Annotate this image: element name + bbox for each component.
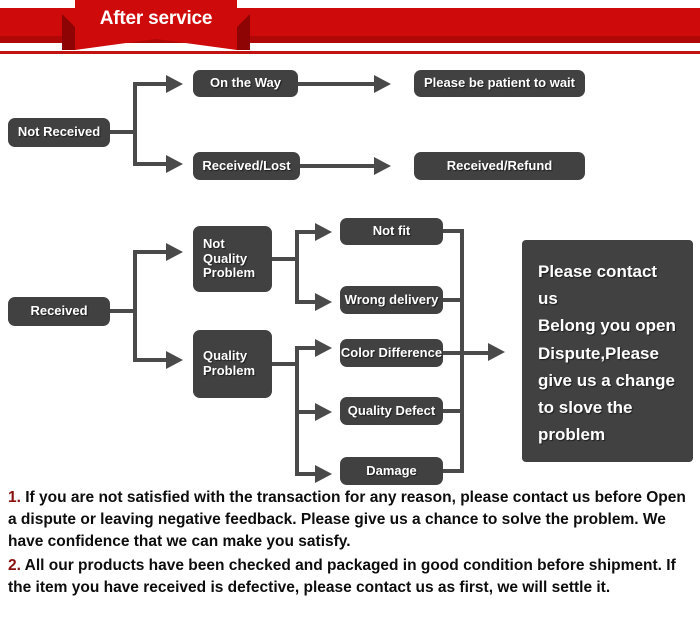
policy-note-1-number: 1.: [8, 489, 21, 506]
arrow-to-not-fit: [315, 223, 332, 241]
node-received-lost: Received/Lost: [193, 152, 300, 180]
policy-notes: 1. If you are not satisfied with the tra…: [8, 487, 696, 601]
connector-arm-not-quality: [133, 250, 168, 254]
node-please-be-patient: Please be patient to wait: [414, 70, 585, 97]
outcome-line-6: problem: [538, 425, 606, 445]
node-label: On the Way: [209, 75, 282, 91]
node-damage: Damage: [340, 457, 443, 485]
node-label: Received/Lost: [202, 157, 291, 173]
node-quality-defect: Quality Defect: [340, 397, 443, 425]
arrow-to-color-difference: [315, 339, 332, 357]
node-label-line-1: Quality: [203, 348, 248, 364]
node-label: Wrong delivery: [344, 291, 439, 307]
arrow-to-received-lost: [166, 155, 183, 173]
node-label: Received/Refund: [446, 157, 553, 173]
node-received: Received: [8, 297, 110, 326]
policy-note-2-number: 2.: [8, 557, 21, 574]
after-service-infographic: After service Not Received On the Way Re…: [0, 0, 700, 631]
header-banner: After service: [0, 0, 700, 56]
outcome-line-4: give us a change: [538, 370, 675, 390]
node-label: Color Difference: [340, 344, 443, 360]
banner-divider: [0, 51, 700, 54]
node-not-quality-problem: Not Quality Problem: [193, 226, 272, 292]
outcome-line-2: Belong you open: [538, 316, 676, 336]
node-received-refund: Received/Refund: [414, 152, 585, 180]
outcome-line-1: Please contact us: [538, 262, 658, 309]
policy-note-1-text: If you are not satisfied with the transa…: [8, 489, 686, 550]
node-label: Quality Defect: [347, 402, 436, 418]
node-on-the-way: On the Way: [193, 70, 298, 97]
arrow-to-be-patient: [374, 75, 391, 93]
outcome-line-5: to slove the: [538, 397, 633, 417]
policy-note-2: 2. All our products have been checked an…: [8, 555, 696, 599]
arrow-to-received-refund: [374, 157, 391, 175]
connector-arm-lower: [133, 162, 168, 166]
arrow-to-damage: [315, 465, 332, 483]
node-color-difference: Color Difference: [340, 339, 443, 367]
node-label-line-2: Problem: [203, 363, 256, 378]
connector-received-lost-out: [300, 164, 376, 168]
node-label-line-1: Not: [203, 235, 225, 251]
node-label: Received: [30, 303, 88, 319]
node-not-fit: Not fit: [340, 218, 443, 245]
arrow-to-quality-problem: [166, 351, 183, 369]
node-contact-us-outcome: Please contact us Belong you open Disput…: [522, 240, 693, 462]
node-label: Not fit: [372, 223, 411, 239]
arrow-to-contact-us: [488, 343, 505, 361]
arrow-to-not-quality-problem: [166, 243, 183, 261]
node-wrong-delivery: Wrong delivery: [340, 286, 443, 314]
node-label: Damage: [366, 462, 417, 478]
connector-received-rail: [133, 250, 137, 362]
connector-arm-quality: [133, 358, 168, 362]
policy-note-1: 1. If you are not satisfied with the tra…: [8, 487, 696, 553]
node-label-line-3: Problem: [203, 265, 256, 281]
connector-arm-upper: [133, 82, 168, 86]
connector-split-rail: [133, 82, 137, 166]
arrow-to-on-the-way: [166, 75, 183, 93]
node-label-line-2: Quality: [203, 250, 248, 266]
connector-on-the-way-out: [298, 82, 376, 86]
node-quality-problem: Quality Problem: [193, 330, 272, 398]
policy-note-2-text: All our products have been checked and p…: [8, 557, 676, 596]
arrow-to-wrong-delivery: [315, 293, 332, 311]
node-label: Not Received: [17, 124, 101, 140]
node-label: Please be patient to wait: [424, 75, 575, 91]
arrow-to-quality-defect: [315, 403, 332, 421]
node-not-received: Not Received: [8, 118, 110, 147]
outcome-line-3: Dispute,Please: [538, 343, 659, 363]
page-title: After service: [99, 8, 213, 29]
connector-not-quality-rail: [295, 230, 299, 304]
